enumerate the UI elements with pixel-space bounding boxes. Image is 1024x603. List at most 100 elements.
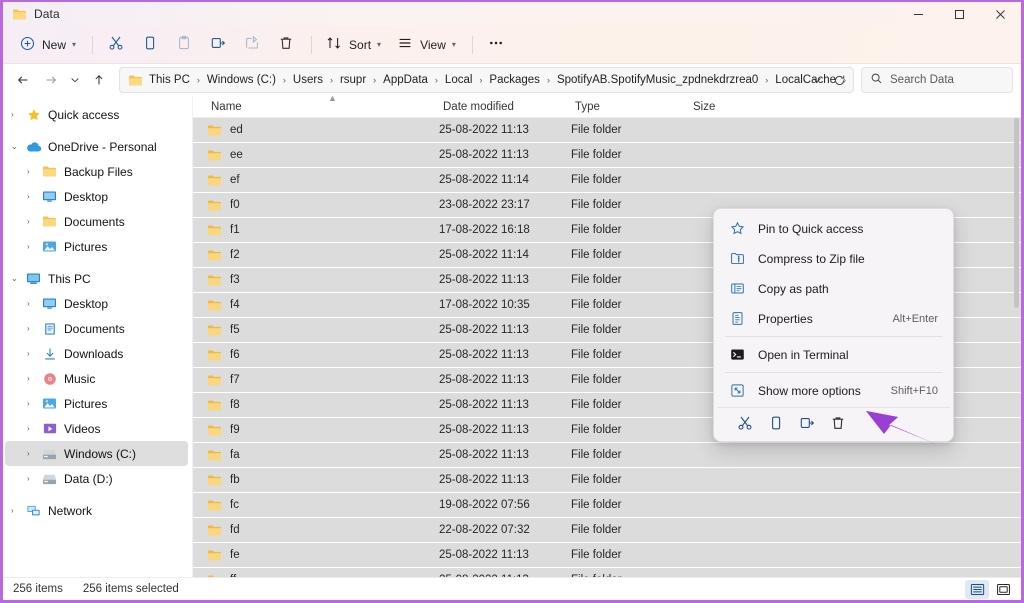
share-button[interactable]: [236, 31, 268, 59]
search-input[interactable]: [890, 74, 1004, 86]
paste-button[interactable]: [168, 31, 200, 59]
sidebar-item-windows-c[interactable]: › Windows (C:): [5, 441, 188, 466]
breadcrumb-item[interactable]: rsupr: [336, 72, 370, 88]
breadcrumb-item[interactable]: AppData: [379, 72, 432, 88]
refresh-button[interactable]: [829, 69, 849, 91]
context-menu-item-properties[interactable]: Properties Alt+Enter: [719, 304, 948, 333]
column-header-type[interactable]: Type: [571, 98, 689, 116]
sidebar-item-backup-files[interactable]: › Backup Files: [5, 159, 188, 184]
minimize-button[interactable]: [898, 2, 939, 26]
large-icons-view-button[interactable]: [991, 580, 1015, 599]
new-button[interactable]: New ▾: [13, 31, 83, 59]
delete-icon-button[interactable]: [822, 412, 853, 438]
maximize-button[interactable]: [939, 2, 980, 26]
table-row[interactable]: ef 25-08-2022 11:14 File folder: [193, 168, 1021, 193]
chevron-right-icon[interactable]: ›: [27, 324, 41, 333]
view-button[interactable]: View ▾: [390, 31, 463, 59]
chevron-right-icon[interactable]: ›: [27, 299, 41, 308]
chevron-right-icon[interactable]: ›: [27, 399, 41, 408]
cell-date-modified: 25-08-2022 11:13: [439, 449, 529, 461]
sidebar-item-onedrive-personal[interactable]: ⌄ OneDrive - Personal: [5, 134, 188, 159]
table-row[interactable]: ff 25-08-2022 11:13File folder: [193, 568, 1021, 577]
column-header-date-modified[interactable]: Date modified: [439, 98, 571, 116]
chevron-right-icon[interactable]: ›: [27, 349, 41, 358]
sidebar-item-videos[interactable]: › Videos: [5, 416, 188, 441]
table-row[interactable]: ee 25-08-2022 11:13 File folder: [193, 143, 1021, 168]
chevron-right-icon[interactable]: ›: [27, 242, 41, 251]
close-button[interactable]: [980, 2, 1021, 26]
cut-icon-button[interactable]: [729, 412, 760, 438]
breadcrumb-item[interactable]: Users: [289, 72, 327, 88]
copy-button[interactable]: [134, 31, 166, 59]
chevron-right-icon[interactable]: ›: [11, 110, 25, 119]
cell-date-modified: 19-08-2022 07:56: [439, 499, 530, 511]
breadcrumb-item[interactable]: Packages: [485, 72, 544, 88]
breadcrumb-item[interactable]: Local: [441, 72, 477, 88]
chevron-right-icon[interactable]: ›: [27, 449, 41, 458]
sidebar-item-pictures[interactable]: › Pictures: [5, 234, 188, 259]
forward-button[interactable]: [37, 67, 65, 93]
sidebar-item-desktop[interactable]: › Desktop: [5, 184, 188, 209]
cell-date-modified: 25-08-2022 11:13: [439, 149, 529, 161]
sidebar-item-quick-access[interactable]: › Quick access: [5, 102, 188, 127]
scrollbar-thumb[interactable]: [1014, 118, 1019, 308]
music-icon: [41, 372, 58, 386]
cell-date-modified: 25-08-2022 11:13: [439, 549, 529, 561]
breadcrumb-item[interactable]: SpotifyAB.SpotifyMusic_zpdnekdrzrea0: [553, 72, 762, 88]
table-row[interactable]: fa 25-08-2022 11:13 File folder: [193, 443, 1021, 468]
up-button[interactable]: [85, 67, 113, 93]
cut-button[interactable]: [100, 31, 132, 59]
context-menu-item-show-more-options[interactable]: Show more options Shift+F10: [719, 376, 948, 405]
chevron-right-icon[interactable]: ›: [27, 217, 41, 226]
table-row[interactable]: fb 25-08-2022 11:13 File folder: [193, 468, 1021, 493]
chevron-right-icon[interactable]: ›: [11, 506, 25, 515]
column-header-name[interactable]: Name: [207, 98, 439, 116]
chevron-down-icon[interactable]: ⌄: [11, 274, 25, 283]
context-menu-item-open-in-terminal[interactable]: Open in Terminal: [719, 340, 948, 369]
breadcrumb-item[interactable]: Windows (C:): [203, 72, 280, 88]
context-menu-item-compress-to-zip-file[interactable]: Compress to Zip file: [719, 244, 948, 273]
sidebar-item-pictures[interactable]: › Pictures: [5, 391, 188, 416]
chevron-right-icon[interactable]: ›: [27, 167, 41, 176]
table-row[interactable]: ed 25-08-2022 11:13 File folder: [193, 118, 1021, 143]
delete-button[interactable]: [270, 31, 302, 59]
table-row[interactable]: fe 25-08-2022 11:13 File folder: [193, 543, 1021, 568]
context-menu-item-copy-as-path[interactable]: Copy as path: [719, 274, 948, 303]
desktop-icon: [41, 190, 58, 203]
cell-date-modified: 22-08-2022 07:32: [439, 524, 530, 536]
vertical-scrollbar[interactable]: [1011, 118, 1021, 577]
chevron-right-icon[interactable]: ›: [27, 474, 41, 483]
context-menu-item-pin-to-quick-access[interactable]: Pin to Quick access: [719, 214, 948, 243]
window-title: Data: [34, 7, 60, 21]
breadcrumb[interactable]: This PC › Windows (C:) › Users › rsupr › AppData…: [119, 67, 854, 93]
rename-icon-button[interactable]: [791, 412, 822, 438]
sidebar-item-desktop[interactable]: › Desktop: [5, 291, 188, 316]
chevron-down-icon[interactable]: ⌄: [11, 142, 25, 151]
sidebar-item-this-pc[interactable]: ⌄ This PC: [5, 266, 188, 291]
search-box[interactable]: [861, 67, 1013, 93]
sidebar-item-documents[interactable]: › Documents: [5, 316, 188, 341]
column-header-size[interactable]: Size: [689, 98, 769, 116]
sidebar-item-downloads[interactable]: › Downloads: [5, 341, 188, 366]
sidebar-item-music[interactable]: › Music: [5, 366, 188, 391]
chevron-right-icon[interactable]: ›: [27, 374, 41, 383]
breadcrumb-item[interactable]: This PC: [145, 72, 194, 88]
table-row[interactable]: fc 19-08-2022 07:56 File folder: [193, 493, 1021, 518]
copy-icon-button[interactable]: [760, 412, 791, 438]
sort-button[interactable]: Sort ▾: [319, 31, 388, 59]
rename-button[interactable]: [202, 31, 234, 59]
details-view-button[interactable]: [965, 579, 989, 599]
sidebar-item-network[interactable]: › Network: [5, 498, 188, 523]
breadcrumb-item[interactable]: Spotify: [849, 72, 853, 88]
cell-type: File folder: [571, 574, 689, 577]
folder-icon: [207, 524, 222, 537]
sidebar-item-documents[interactable]: › Documents: [5, 209, 188, 234]
sidebar-item-data-d[interactable]: › Data (D:): [5, 466, 188, 491]
address-dropdown-button[interactable]: [807, 69, 827, 91]
recent-locations-button[interactable]: [65, 67, 85, 93]
more-button[interactable]: [480, 31, 512, 59]
chevron-right-icon[interactable]: ›: [27, 424, 41, 433]
table-row[interactable]: fd 22-08-2022 07:32 File folder: [193, 518, 1021, 543]
chevron-right-icon[interactable]: ›: [27, 192, 41, 201]
back-button[interactable]: [9, 67, 37, 93]
